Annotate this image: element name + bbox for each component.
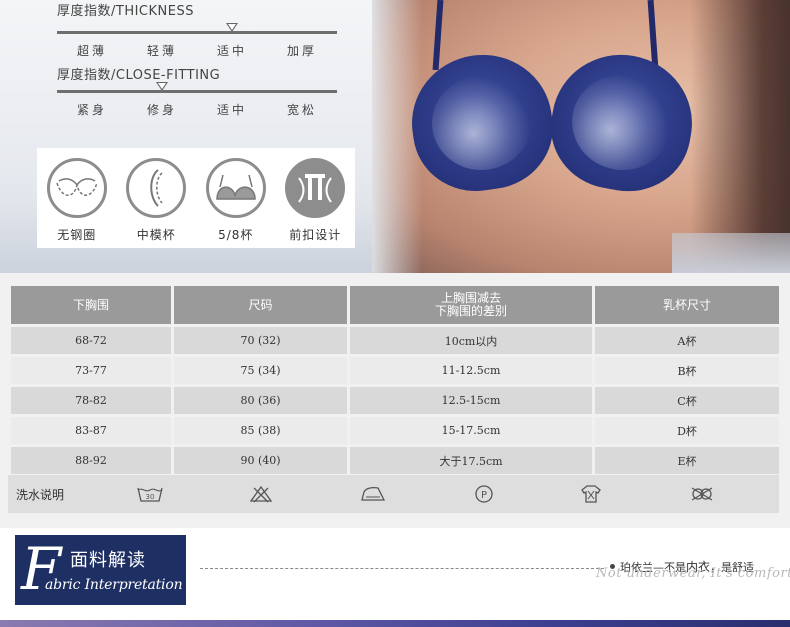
table-row: 68-72 70 (32) 10cm以内 A杯 [11,327,779,354]
header-underbust: 下胸围 [11,286,171,324]
fitting-level: 适中 [216,103,247,117]
table-row: 88-92 90 (40) 大于17.5cm E杯 [11,447,779,474]
thickness-level: 轻薄 [146,44,177,58]
no-tumble-dry-icon [689,485,715,503]
thickness-level: 适中 [216,44,247,58]
fitting-level: 宽松 [286,103,317,117]
table-cell: 11-12.5cm [350,357,592,384]
table-cell: 12.5-15cm [350,387,592,414]
table-cell: 90 (40) [174,447,347,474]
hero-banner: 厚度指数/THICKNESS 超薄 轻薄 适中 加厚 厚度指数/CLOSE-FI… [0,0,790,273]
table-header-row: 下胸围 尺码 上胸围减去 下胸围的差别 乳杯尺寸 [11,286,779,324]
table-cell: 83-87 [11,417,171,444]
table-cell: 73-77 [11,357,171,384]
size-table: 下胸围 尺码 上胸围减去 下胸围的差别 乳杯尺寸 68-72 70 (32) 10c… [8,283,782,477]
divider [200,568,604,569]
table-cell: B杯 [595,357,779,384]
table-cell: 15-17.5cm [350,417,592,444]
table-row: 78-82 80 (36) 12.5-15cm C杯 [11,387,779,414]
fitting-marker-icon [156,82,168,91]
header-cup-size: 乳杯尺寸 [595,286,779,324]
table-cell: 68-72 [11,327,171,354]
next-section-preview [0,620,790,627]
badge-title-cn: 面料解读 [70,550,146,571]
table-cell: 大于17.5cm [350,447,592,474]
five-eighths-cup-icon [205,158,266,218]
hang-dry-icon [581,485,602,503]
wash-instructions: 洗水说明 30 P [8,475,779,513]
header-size: 尺码 [174,286,347,324]
table-row: 73-77 75 (34) 11-12.5cm B杯 [11,357,779,384]
low-iron-icon [360,484,386,504]
table-cell: E杯 [595,447,779,474]
table-cell: 85 (38) [174,417,347,444]
table-cell: 88-92 [11,447,171,474]
wash-30-icon: 30 [137,485,163,503]
table-cell: 75 (34) [174,357,347,384]
thickness-scale: 超薄 轻薄 适中 加厚 [57,42,337,59]
badge-title-en: abric Interpretation [45,577,183,593]
table-cell: A杯 [595,327,779,354]
table-cell: 80 (36) [174,387,347,414]
fitting-scale: 紧身 修身 适中 宽松 [57,101,337,118]
wash-label: 洗水说明 [16,487,65,502]
fitting-level: 修身 [146,103,177,117]
feature-front-closure: 前扣设计 [282,158,348,248]
thickness-marker-icon [226,23,238,32]
brand-slogan-en: Not underwear, It's comfortable. [596,566,790,581]
fabric-interpretation-badge: F 面料解读 abric Interpretation [15,535,186,605]
thickness-level: 超薄 [76,44,107,58]
front-closure-icon [285,158,346,218]
table-row: 83-87 85 (38) 15-17.5cm D杯 [11,417,779,444]
size-chart-section: 下胸围 尺码 上胸围减去 下胸围的差别 乳杯尺寸 68-72 70 (32) 10c… [0,273,790,528]
svg-text:30: 30 [145,493,154,501]
dry-clean-p-icon: P [474,484,494,504]
fitting-index-title: 厚度指数/CLOSE-FITTING [57,68,221,83]
fabric-section: F 面料解读 abric Interpretation 珀依兰—不是内衣，是舒适… [0,528,790,627]
table-cell: D杯 [595,417,779,444]
feature-icons: 无钢圈 中模杯 5/8杯 前扣设计 [37,148,355,248]
thickness-index-title: 厚度指数/THICKNESS [57,4,194,19]
header-bust-difference: 上胸围减去 下胸围的差别 [350,286,592,324]
thickness-slider-track [57,23,337,34]
no-bleach-icon [250,485,273,503]
thickness-level: 加厚 [286,44,317,58]
fitting-level: 紧身 [76,103,107,117]
table-cell: 10cm以内 [350,327,592,354]
table-cell: 70 (32) [174,327,347,354]
feature-cup-coverage: 5/8杯 [203,158,269,248]
mold-cup-icon [126,158,187,218]
wireless-bra-icon [46,158,107,218]
feature-wireless: 无钢圈 [44,158,110,248]
table-cell: 78-82 [11,387,171,414]
svg-text:P: P [481,490,487,501]
fitting-slider-track [57,82,337,93]
feature-mold-cup: 中模杯 [123,158,189,248]
table-cell: C杯 [595,387,779,414]
product-photo [372,0,790,273]
